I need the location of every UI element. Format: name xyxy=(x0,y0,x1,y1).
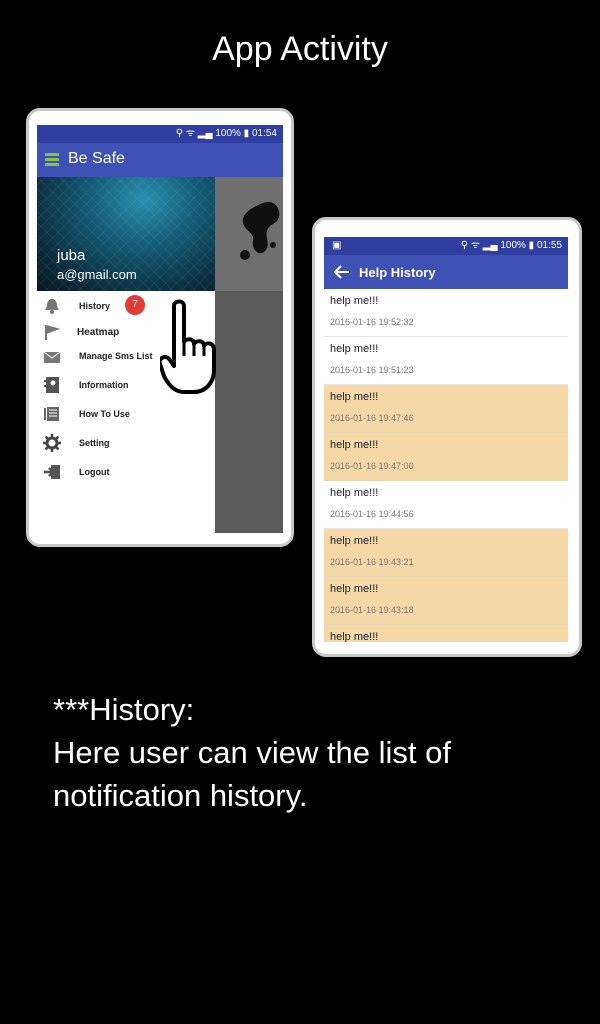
battery-level: 100% xyxy=(215,128,241,139)
menu-item-how-to-use[interactable]: How To Use xyxy=(37,403,215,427)
history-row[interactable]: help me!!! 2016-01-16 19:43:21 xyxy=(324,529,568,577)
status-icons: ⚲ ᯤ ▂▄ xyxy=(175,128,216,139)
status-icons: ⚲ ᯤ ▂▄ xyxy=(460,240,501,251)
flag-icon xyxy=(45,325,61,340)
page-title: Help History xyxy=(359,265,436,280)
history-row[interactable]: help me!!! xyxy=(324,625,568,642)
battery-level: 100% xyxy=(500,240,526,251)
mail-icon xyxy=(43,351,61,363)
hamburger-menu-icon[interactable] xyxy=(45,153,59,168)
history-row[interactable]: help me!!! 2016-01-16 19:44:56 xyxy=(324,481,568,529)
menu-item-logout[interactable]: Logout xyxy=(37,461,215,485)
history-message: help me!!! xyxy=(330,343,379,355)
menu-item-label: History xyxy=(79,301,111,311)
description: ***History: Here user can view the list … xyxy=(53,688,573,817)
image-icon: ▣ xyxy=(332,240,342,251)
history-timestamp: 2016-01-16 19:43:18 xyxy=(330,605,414,615)
history-row[interactable]: help me!!! 2016-01-16 19:52:32 xyxy=(324,289,568,337)
history-timestamp: 2016-01-16 19:43:21 xyxy=(330,557,414,567)
menu-item-setting[interactable]: Setting xyxy=(37,432,215,456)
history-list: help me!!! 2016-01-16 19:52:32 help me!!! 2… xyxy=(324,289,568,642)
world-map-icon xyxy=(240,201,280,260)
history-timestamp: 2016-01-16 19:51:23 xyxy=(330,365,414,375)
user-name: juba xyxy=(57,247,86,264)
history-message: help me!!! xyxy=(330,583,379,595)
list-icon xyxy=(44,407,59,421)
description-title: ***History: xyxy=(53,692,195,727)
contacts-icon xyxy=(44,377,59,393)
menu-item-label: How To Use xyxy=(79,409,130,419)
status-bar: ⚲ ᯤ ▂▄ 100% ▮ 01:54 xyxy=(37,125,283,143)
app-bar: Be Safe xyxy=(37,143,283,177)
history-message: help me!!! xyxy=(330,295,379,307)
app-bar: Help History xyxy=(324,255,568,289)
history-row[interactable]: help me!!! 2016-01-16 19:47:00 xyxy=(324,433,568,481)
menu-item-label: Manage Sms List xyxy=(79,351,153,361)
history-timestamp: 2016-01-16 19:44:56 xyxy=(330,509,414,519)
history-message: help me!!! xyxy=(330,391,379,403)
user-email: a@gmail.com xyxy=(57,267,137,282)
back-arrow-icon[interactable] xyxy=(334,265,350,279)
page-heading: App Activity xyxy=(212,30,388,68)
bell-icon xyxy=(45,299,59,314)
gear-icon xyxy=(43,434,61,452)
history-timestamp: 2016-01-16 19:52:32 xyxy=(330,317,414,327)
device-frame-history: ▣ ⚲ ᯤ ▂▄ 100% ▮ 01:55 Help History help … xyxy=(312,217,582,657)
history-timestamp: 2016-01-16 19:47:46 xyxy=(330,413,414,423)
status-time: 01:55 xyxy=(536,240,562,251)
menu-item-label: Setting xyxy=(79,438,110,448)
menu-item-label: Heatmap xyxy=(77,327,120,338)
status-time: 01:54 xyxy=(251,128,277,139)
history-timestamp: 2016-01-16 19:47:00 xyxy=(330,461,414,471)
history-message: help me!!! xyxy=(330,439,379,451)
description-text: Here user can view the list of notificat… xyxy=(53,735,452,813)
pointing-hand-icon xyxy=(160,299,216,394)
app-title: Be Safe xyxy=(68,150,125,167)
menu-item-label: Logout xyxy=(79,467,110,477)
logout-icon xyxy=(44,465,60,479)
app-screen-history: ▣ ⚲ ᯤ ▂▄ 100% ▮ 01:55 Help History help … xyxy=(324,237,568,642)
drawer-header: juba a@gmail.com xyxy=(37,177,215,291)
history-message: help me!!! xyxy=(330,631,379,642)
status-bar: ▣ ⚲ ᯤ ▂▄ 100% ▮ 01:55 xyxy=(324,237,568,255)
history-message: help me!!! xyxy=(330,487,379,499)
history-row[interactable]: help me!!! 2016-01-16 19:47:46 xyxy=(324,385,568,433)
notification-badge: 7 xyxy=(125,295,145,315)
history-row[interactable]: help me!!! 2016-01-16 19:51:23 xyxy=(324,337,568,385)
history-row[interactable]: help me!!! 2016-01-16 19:43:18 xyxy=(324,577,568,625)
history-message: help me!!! xyxy=(330,535,379,547)
menu-item-label: Information xyxy=(79,380,129,390)
